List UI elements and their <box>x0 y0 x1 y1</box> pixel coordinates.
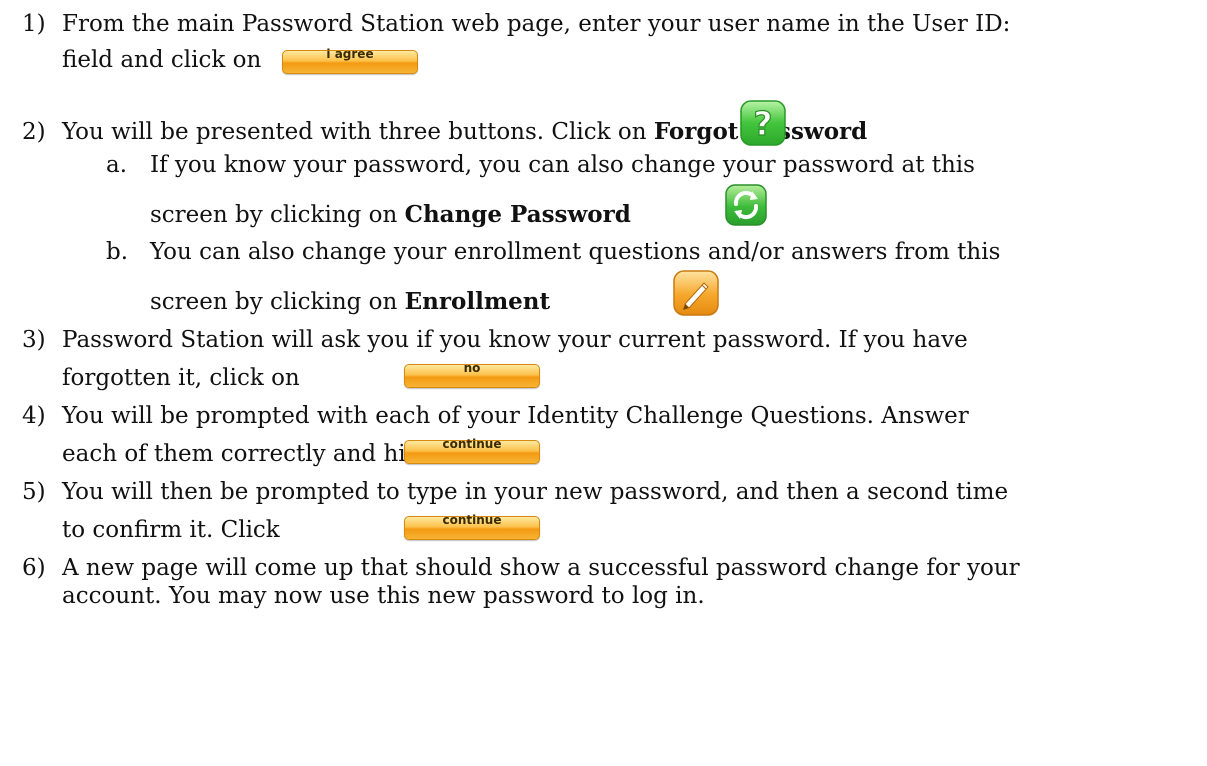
step-2a-text-line1: If you know your password, you can also … <box>150 152 975 178</box>
step-4-text-line2: each of them correctly and hit <box>62 441 415 467</box>
step-1-text-line2: field and click on <box>62 47 262 73</box>
continue-button-2[interactable]: continue <box>404 513 540 540</box>
step-2a-plain-text: screen by clicking on <box>150 202 405 228</box>
continue-button-2-label: continue <box>442 513 502 527</box>
step-2a-letter: a. <box>106 152 128 178</box>
step-3-number: 3) <box>22 327 46 353</box>
step-6-text-line1: A new page will come up that should show… <box>62 555 1020 581</box>
step-3-text-line1: Password Station will ask you if you kno… <box>62 327 968 353</box>
step-1-number: 1) <box>22 11 46 37</box>
continue-button-label: continue <box>442 437 502 451</box>
step-4-number: 4) <box>22 403 46 429</box>
step-2a-text-line2: screen by clicking on Change Password <box>150 201 631 229</box>
question-icon[interactable]: ? <box>740 100 786 146</box>
step-2b-letter: b. <box>106 239 129 265</box>
step-4-text-line1: You will be prompted with each of your I… <box>62 403 969 429</box>
step-6-text-line2: account. You may now use this new passwo… <box>62 583 705 609</box>
refresh-icon[interactable] <box>725 184 767 226</box>
enrollment-label: Enrollment <box>404 288 551 315</box>
step-3-text-line2: forgotten it, click on <box>62 365 300 391</box>
i-agree-button-label: i agree <box>326 47 374 61</box>
continue-button[interactable]: continue <box>404 437 540 464</box>
step-2-plain-text: You will be presented with three buttons… <box>62 119 654 145</box>
change-password-label: Change Password <box>404 201 631 228</box>
step-2b-text-line1: You can also change your enrollment ques… <box>150 239 1001 265</box>
pen-icon[interactable] <box>673 270 719 316</box>
step-2b-plain-text: screen by clicking on <box>150 289 405 315</box>
no-button[interactable]: no <box>404 361 540 388</box>
step-5-number: 5) <box>22 479 46 505</box>
i-agree-button[interactable]: i agree <box>282 47 418 74</box>
no-button-label: no <box>463 361 481 375</box>
step-5-text-line2: to confirm it. Click <box>62 517 280 543</box>
step-6-number: 6) <box>22 555 46 581</box>
step-2-number: 2) <box>22 119 46 145</box>
step-5-text-line1: You will then be prompted to type in you… <box>62 479 1009 505</box>
step-2b-text-line2: screen by clicking on Enrollment <box>150 288 550 316</box>
svg-text:?: ? <box>753 104 772 143</box>
step-1-text-line1: From the main Password Station web page,… <box>62 11 1011 37</box>
